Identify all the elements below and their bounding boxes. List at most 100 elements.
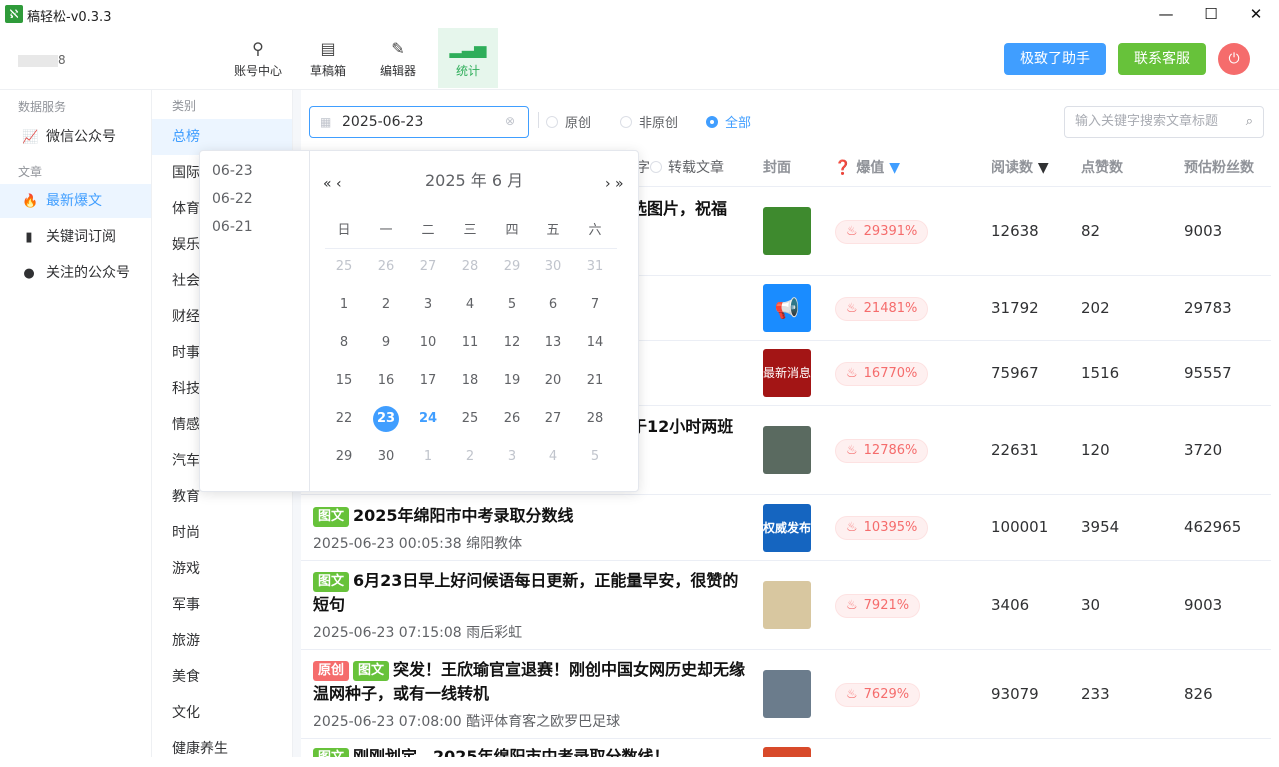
radio-all[interactable]: 全部: [706, 112, 751, 131]
calendar-day[interactable]: 26: [499, 406, 525, 432]
calendar-day[interactable]: 29: [499, 254, 525, 280]
calendar-day[interactable]: 18: [457, 368, 483, 394]
calendar-day[interactable]: 13: [540, 330, 566, 356]
radio-label: 非原创: [639, 116, 679, 131]
calendar-day[interactable]: 14: [582, 330, 608, 356]
calendar-day[interactable]: 16: [373, 368, 399, 394]
heat-badge: ♨ 10395%: [835, 516, 929, 540]
sidebar-item-wechat[interactable]: 📈 微信公众号: [0, 120, 151, 154]
contact-support-button[interactable]: 联系客服: [1118, 43, 1206, 75]
table-row[interactable]: 原创 图文 突发！王欣瑜官宣退赛！刚创中国女网历史却无缘温网种子，或有一线转机 20…: [301, 650, 1271, 739]
calendar-day[interactable]: 11: [457, 330, 483, 356]
article-title[interactable]: 图文刚刚划定，2025年绵阳市中考录取分数线！: [313, 745, 753, 757]
tag-picture: 图文: [313, 748, 350, 757]
date-picker-input[interactable]: ▦ 2025-06-23 ⊗: [309, 106, 529, 138]
calendar-day[interactable]: 31: [582, 254, 608, 280]
search-input[interactable]: 输入关键字搜索文章标题 ⌕: [1064, 106, 1264, 138]
calendar-day[interactable]: 25: [457, 406, 483, 432]
article-title-text: 6月23日早上好问候语每日更新，正能量早安，很赞的短句: [313, 571, 739, 614]
calendar-day[interactable]: 1: [415, 444, 441, 470]
table-row[interactable]: 图文刚刚划定，2025年绵阳市中考录取分数线！: [301, 739, 1271, 757]
shortcut-item[interactable]: 06-23: [212, 163, 253, 179]
calendar-day[interactable]: 2: [457, 444, 483, 470]
calendar-day[interactable]: 27: [415, 254, 441, 280]
calendar-day[interactable]: 22: [331, 406, 357, 432]
article-title[interactable]: 原创 图文 突发！王欣瑜官宣退赛！刚创中国女网历史却无缘温网种子，或有一线转机: [313, 658, 753, 706]
calendar-day[interactable]: 19: [499, 368, 525, 394]
calendar-day[interactable]: 20: [540, 368, 566, 394]
minimize-button[interactable]: —: [1146, 2, 1186, 26]
calendar-day[interactable]: 23: [373, 406, 399, 432]
calendar-day[interactable]: 29: [331, 444, 357, 470]
calendar-day[interactable]: 5: [582, 444, 608, 470]
calendar-day[interactable]: 28: [582, 406, 608, 432]
table-row[interactable]: 图文 6月23日早上好问候语每日更新，正能量早安，很赞的短句 2025-06-23…: [301, 561, 1271, 650]
category-item[interactable]: 文化: [152, 695, 292, 731]
column-reads[interactable]: 阅读数 ▼: [991, 157, 1049, 177]
power-button[interactable]: ⏻: [1218, 43, 1250, 75]
calendar-day[interactable]: 25: [331, 254, 357, 280]
calendar-day[interactable]: 15: [331, 368, 357, 394]
calendar-day[interactable]: 21: [582, 368, 608, 394]
category-item[interactable]: 美食: [152, 659, 292, 695]
user-name-redacted: [18, 55, 58, 67]
table-row[interactable]: 图文 2025年绵阳市中考录取分数线 2025-06-23 00:05:38 绵阳…: [301, 495, 1271, 561]
calendar-day[interactable]: 17: [415, 368, 441, 394]
prev-month-button[interactable]: ‹: [336, 176, 342, 192]
category-item[interactable]: 旅游: [152, 623, 292, 659]
category-item[interactable]: 军事: [152, 587, 292, 623]
sidebar-item-followed-accounts[interactable]: ● 关注的公众号: [0, 256, 151, 290]
calendar-day[interactable]: 4: [457, 292, 483, 318]
category-item[interactable]: 健康养生: [152, 731, 292, 767]
calendar-day[interactable]: 4: [540, 444, 566, 470]
calendar-day[interactable]: 6: [540, 292, 566, 318]
calendar-day[interactable]: 5: [499, 292, 525, 318]
article-title[interactable]: 图文 6月23日早上好问候语每日更新，正能量早安，很赞的短句: [313, 569, 753, 617]
next-year-button[interactable]: »: [615, 176, 624, 192]
radio-non-original[interactable]: 非原创: [620, 112, 678, 131]
calendar-day[interactable]: 3: [499, 444, 525, 470]
calendar-day[interactable]: 28: [457, 254, 483, 280]
article-title[interactable]: 选图片，祝福: [631, 197, 751, 221]
radio-repost[interactable]: 转载文章: [650, 157, 724, 177]
calendar-day[interactable]: 10: [415, 330, 441, 356]
prev-year-button[interactable]: «: [323, 176, 332, 192]
calendar-day[interactable]: 30: [540, 254, 566, 280]
nav-editor[interactable]: ✎ 编辑器: [368, 28, 428, 88]
sidebar-item-keyword-subscription[interactable]: ▮ 关键词订阅: [0, 220, 151, 254]
calendar-day[interactable]: 24: [415, 406, 441, 432]
sidebar-item-hot-articles[interactable]: 🔥 最新爆文: [0, 184, 151, 218]
maximize-button[interactable]: ☐: [1191, 2, 1231, 26]
calendar-day[interactable]: 2: [373, 292, 399, 318]
calendar-day[interactable]: 27: [540, 406, 566, 432]
radio-original[interactable]: 原创: [546, 112, 591, 131]
article-title[interactable]: 图文 2025年绵阳市中考录取分数线: [313, 504, 753, 528]
next-month-button[interactable]: ›: [605, 176, 611, 192]
calendar-day[interactable]: 12: [499, 330, 525, 356]
close-button[interactable]: ✕: [1236, 2, 1276, 26]
shortcut-item[interactable]: 06-21: [212, 219, 253, 235]
calendar-day[interactable]: 9: [373, 330, 399, 356]
calendar-day[interactable]: 7: [582, 292, 608, 318]
calendar-day[interactable]: 26: [373, 254, 399, 280]
assistant-button[interactable]: 极致了助手: [1004, 43, 1106, 75]
flame-icon: ♨: [846, 443, 858, 458]
nav-account-center[interactable]: ⚲ 账号中心: [228, 28, 288, 88]
sort-desc-icon: ▼: [889, 160, 900, 176]
nav-statistics[interactable]: ▂▃▅ 统计: [438, 28, 498, 88]
shortcut-item[interactable]: 06-22: [212, 191, 253, 207]
reads-value: 31792: [991, 299, 1039, 317]
nav-drafts[interactable]: ▤ 草稿箱: [298, 28, 358, 88]
article-title[interactable]: 于12小时两班: [631, 415, 751, 439]
calendar-day[interactable]: 3: [415, 292, 441, 318]
sort-desc-icon: ▼: [1037, 160, 1049, 176]
clear-icon[interactable]: ⊗: [505, 114, 515, 128]
calendar-day[interactable]: 8: [331, 330, 357, 356]
sidebar-section-article: 文章: [18, 165, 43, 179]
category-item[interactable]: 游戏: [152, 551, 292, 587]
column-heat[interactable]: ❓ 爆值 ▼: [834, 157, 900, 177]
calendar-day[interactable]: 1: [331, 292, 357, 318]
search-icon[interactable]: ⌕: [1246, 107, 1253, 137]
calendar-day[interactable]: 30: [373, 444, 399, 470]
category-item[interactable]: 时尚: [152, 515, 292, 551]
